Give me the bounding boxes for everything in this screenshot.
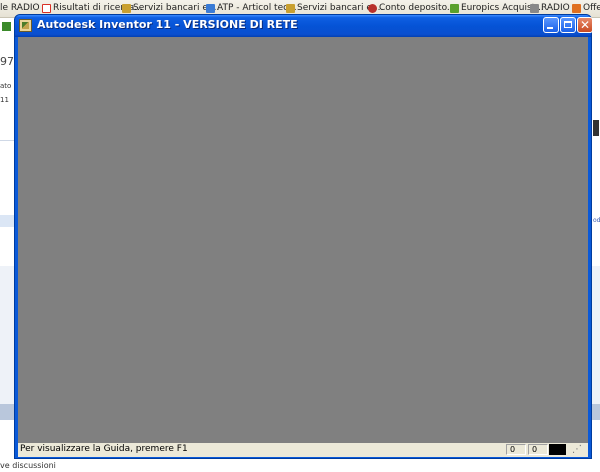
background-page-bottom — [0, 459, 600, 472]
page-fragment-mark — [593, 120, 599, 136]
page-fragment: 11 — [0, 96, 9, 104]
deposit-icon — [368, 4, 377, 13]
inventor-window: Autodesk Inventor 11 - VERSIONE DI RETE … — [14, 14, 593, 459]
minimize-icon — [547, 27, 553, 29]
radio-icon — [530, 4, 539, 13]
page-fragment: 97 — [0, 55, 14, 68]
page-link-fragment[interactable]: od — [593, 217, 600, 224]
close-button[interactable]: ✕ — [577, 17, 593, 33]
page-band — [0, 215, 14, 227]
inventor-app-icon[interactable] — [19, 19, 32, 32]
gmail-icon — [42, 4, 51, 13]
window-titlebar[interactable]: Autodesk Inventor 11 - VERSIONE DI RETE … — [15, 15, 593, 37]
status-help-text: Per visualizzare la Guida, premere F1 — [20, 444, 188, 454]
europics-icon — [450, 4, 459, 13]
page-fragment: ato — [0, 82, 12, 90]
status-field: 0 — [528, 444, 548, 455]
page-panel — [0, 266, 14, 406]
bank-icon — [286, 4, 295, 13]
maximize-icon — [564, 21, 572, 28]
maximize-button[interactable] — [560, 17, 576, 33]
status-bar: Per visualizzare la Guida, premere F1 0 … — [18, 443, 588, 457]
close-icon: ✕ — [579, 18, 591, 32]
status-indicator — [549, 444, 566, 455]
page-panel — [592, 266, 600, 406]
page-link-fragment[interactable]: ve discussioni — [0, 461, 56, 470]
page-band — [0, 404, 14, 420]
nav-go-icon[interactable] — [2, 22, 11, 31]
bank-icon — [122, 4, 131, 13]
application-workspace[interactable] — [18, 37, 588, 443]
offer-icon — [572, 4, 581, 13]
divider — [0, 140, 14, 141]
status-field: 0 — [506, 444, 526, 455]
page-band — [592, 404, 600, 420]
resize-grip-icon[interactable]: ⋰ — [570, 443, 584, 457]
atp-icon — [206, 4, 215, 13]
minimize-button[interactable] — [543, 17, 559, 33]
window-title: Autodesk Inventor 11 - VERSIONE DI RETE — [37, 18, 298, 31]
